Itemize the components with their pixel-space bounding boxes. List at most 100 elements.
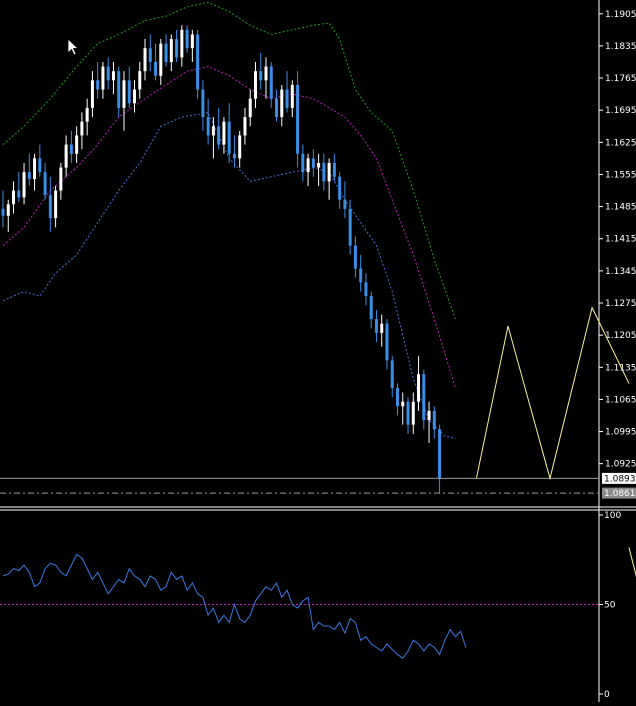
- candle-body: [164, 43, 168, 62]
- candle-body: [159, 43, 163, 76]
- price-tick-label: 1.1135: [605, 363, 636, 373]
- price-axis: 1.1905 1.1835 1.1765 1.1695 1.1625 1.1555 1.14…: [599, 10, 636, 470]
- candle-body: [374, 319, 378, 333]
- candle-body: [427, 410, 431, 421]
- candle-body: [138, 71, 142, 90]
- candle-body: [27, 172, 31, 180]
- candle-body: [133, 89, 136, 104]
- candle-body: [401, 401, 405, 407]
- candle-body: [90, 80, 94, 108]
- candle-body: [422, 374, 426, 421]
- candle-body: [154, 61, 158, 76]
- price-tick-label: 1.0995: [605, 428, 636, 438]
- svg-text:1.0861: 1.0861: [604, 489, 636, 499]
- candle-body: [190, 34, 194, 49]
- price-tick-label: 1.1205: [605, 331, 636, 341]
- candle-body: [327, 162, 331, 182]
- candle-body: [117, 71, 121, 108]
- candle-body: [69, 144, 73, 154]
- candle-body: [185, 29, 189, 49]
- candle-body: [111, 71, 115, 81]
- candle-body: [59, 167, 63, 191]
- candle-body: [22, 172, 26, 198]
- candle-body: [364, 282, 368, 297]
- ask-price-label: 1.0861: [602, 487, 636, 499]
- candle-body: [243, 117, 247, 136]
- candle-body: [338, 176, 342, 200]
- candle-body: [296, 84, 300, 154]
- candle-body: [85, 107, 89, 122]
- candle-body: [301, 153, 305, 173]
- svg-text:1.0893: 1.0893: [604, 474, 636, 484]
- candle-body: [359, 268, 363, 283]
- candle-body: [275, 98, 279, 118]
- candle-body: [1, 208, 5, 216]
- candle-body: [343, 199, 347, 209]
- candle-body: [238, 135, 242, 159]
- price-tick-label: 1.1345: [605, 267, 636, 277]
- candle-body: [96, 80, 100, 90]
- candle-body: [196, 34, 200, 90]
- candle-body: [264, 66, 268, 81]
- price-tick-label: 1.1625: [605, 138, 636, 148]
- price-tick-label: 1.1065: [605, 395, 636, 405]
- candle-body: [127, 80, 131, 104]
- candle-body: [122, 80, 126, 108]
- candle: [296, 71, 300, 168]
- candle-body: [169, 39, 173, 62]
- candle-body: [222, 121, 226, 145]
- candle-body: [54, 190, 58, 219]
- candle-body: [75, 135, 79, 154]
- candle-body: [43, 172, 47, 196]
- candle-body: [206, 117, 210, 136]
- candle-body: [311, 158, 315, 168]
- candle-body: [417, 374, 421, 402]
- indicator-tick-label: 0: [604, 690, 610, 700]
- bid-price-label: 1.0893: [602, 472, 636, 484]
- candle-body: [290, 84, 294, 108]
- candle-body: [380, 323, 384, 333]
- candle-body: [353, 245, 357, 269]
- candle-body: [6, 204, 10, 216]
- candle-body: [259, 71, 263, 81]
- candle-body: [406, 401, 410, 425]
- candle-body: [12, 190, 16, 205]
- candle-body: [438, 429, 442, 479]
- chart-window[interactable]: 1.1905 1.1835 1.1765 1.1695 1.1625 1.1555 1.14…: [0, 0, 636, 702]
- candle-body: [332, 162, 336, 177]
- candle-body: [432, 410, 436, 430]
- candle-body: [232, 153, 236, 159]
- price-tick-label: 1.1275: [605, 299, 636, 309]
- candle-body: [285, 89, 289, 108]
- indicator-tick-label: 100: [604, 511, 621, 521]
- candle-body: [253, 71, 257, 99]
- candle: [196, 29, 200, 99]
- candle-body: [227, 121, 231, 154]
- candle-body: [48, 195, 52, 219]
- indicator-tick-label: 50: [604, 601, 616, 611]
- price-chart[interactable]: 1.1905 1.1835 1.1765 1.1695 1.1625 1.1555 1.14…: [0, 0, 636, 702]
- candle-body: [396, 387, 399, 407]
- candle-body: [411, 401, 415, 425]
- chart-background: [0, 0, 636, 702]
- candle-body: [33, 158, 37, 180]
- price-tick-label: 1.1695: [605, 106, 636, 116]
- candle-body: [175, 39, 179, 58]
- candle-body: [64, 144, 68, 168]
- candle-body: [369, 296, 373, 320]
- candle-body: [148, 48, 152, 62]
- candle-body: [317, 162, 321, 168]
- candle-body: [217, 126, 221, 145]
- candle-body: [101, 66, 105, 90]
- candle-body: [322, 162, 326, 182]
- price-tick-label: 1.1765: [605, 74, 636, 84]
- candle-body: [390, 360, 394, 388]
- candle-body: [180, 29, 184, 58]
- price-tick-label: 1.1415: [605, 235, 636, 245]
- price-tick-label: 1.1555: [605, 170, 636, 180]
- candle-body: [306, 158, 310, 173]
- price-tick-label: 1.0925: [605, 460, 636, 470]
- candle-body: [269, 66, 273, 99]
- candle-body: [106, 66, 110, 81]
- candle-body: [143, 48, 147, 72]
